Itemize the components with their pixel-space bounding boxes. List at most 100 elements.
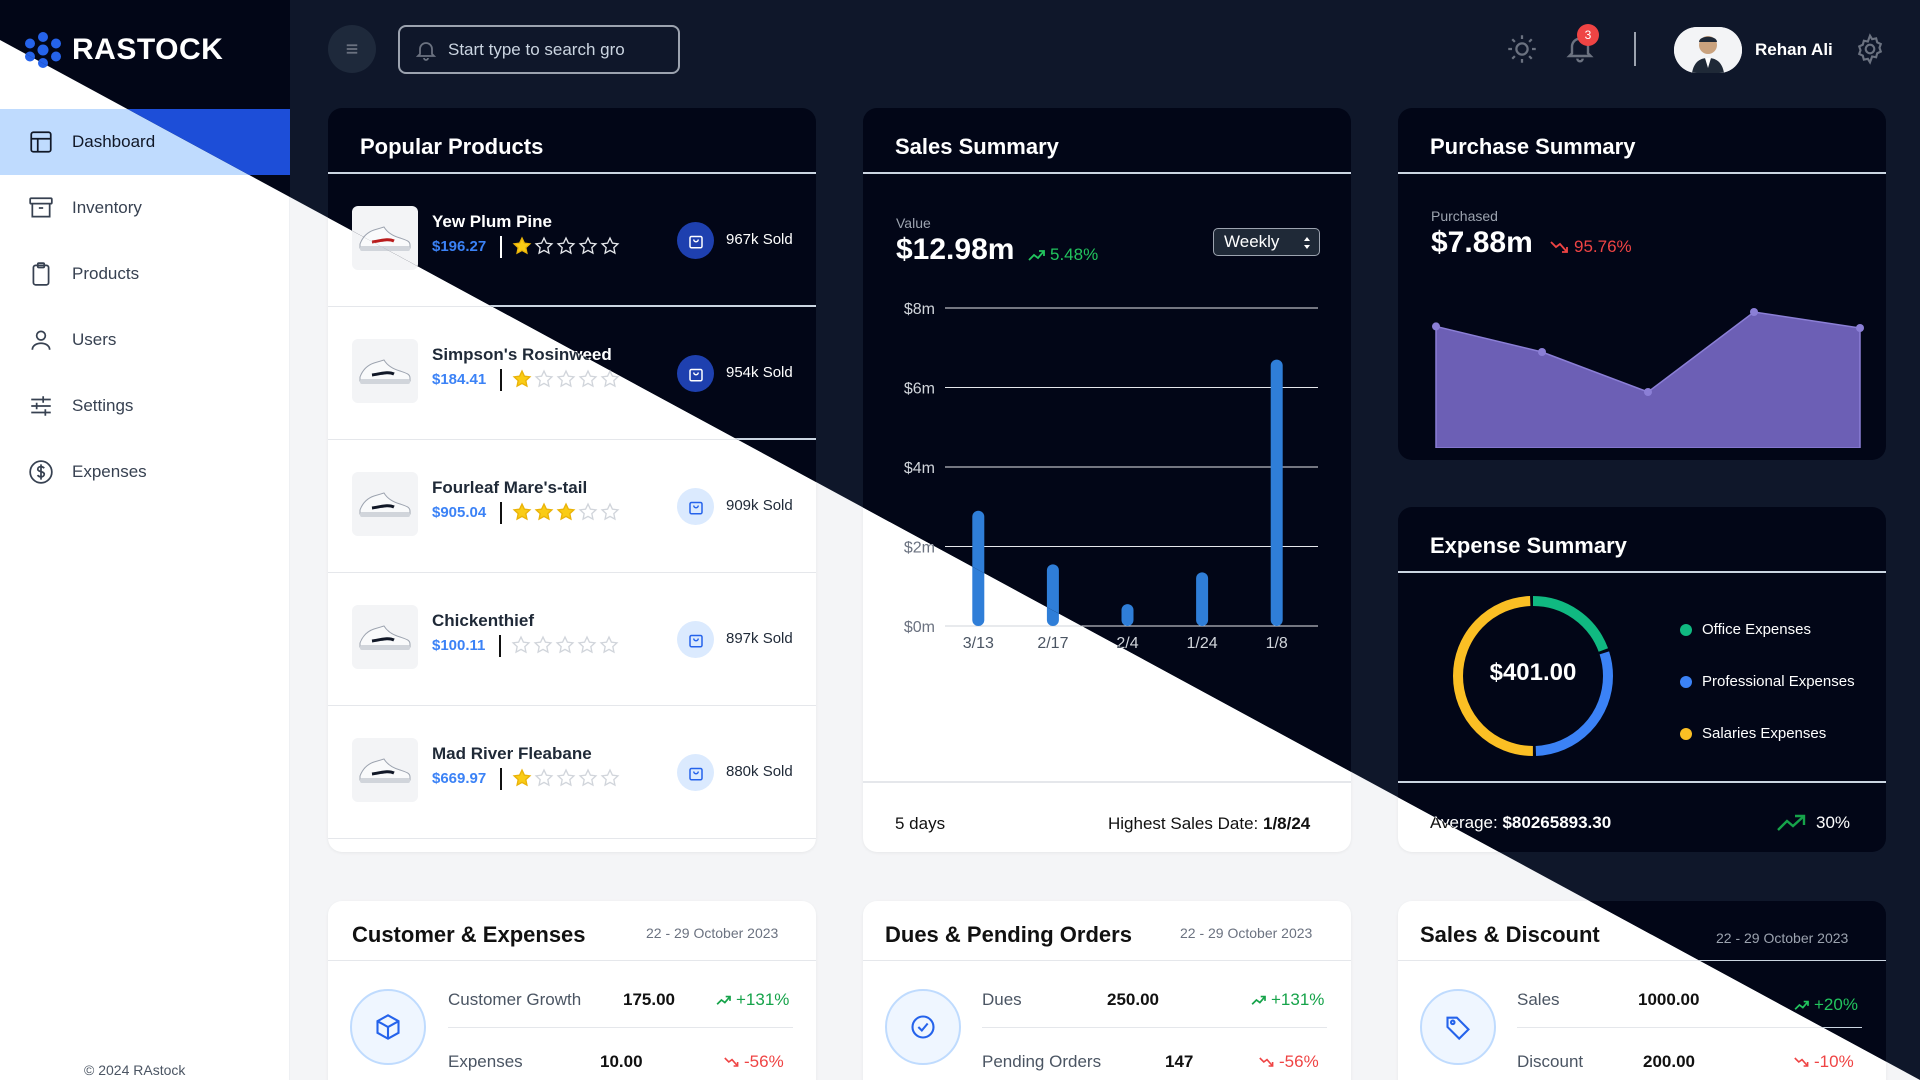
product-rating: [512, 502, 620, 524]
menu-toggle-button[interactable]: [328, 25, 376, 73]
search-box: [398, 25, 680, 74]
row-value: 1000.00: [1638, 990, 1700, 1009]
avatar[interactable]: [1674, 27, 1742, 73]
product-row[interactable]: Mad River Fleabane $669.97 880k Sold: [328, 706, 816, 839]
logo[interactable]: RASTOCK: [24, 28, 223, 72]
sidebar-item-label: Expenses: [72, 462, 147, 481]
sales-change-value: 5.48%: [1050, 245, 1099, 264]
trending-up-icon: [1251, 995, 1266, 1005]
x-tick-label: 1/8: [1266, 635, 1288, 652]
expense-summary-card: Expense Summary $401.00 Office Expenses …: [1398, 507, 1886, 852]
shopping-bag-icon: [688, 767, 703, 780]
tag-icon-wrap: [1420, 989, 1496, 1065]
product-rating: [512, 236, 620, 258]
star-empty-icon: [556, 236, 576, 255]
date-range: 22 - 29 October 2023: [1716, 930, 1849, 946]
sidebar-item-label: Products: [72, 264, 140, 283]
divider: [1398, 781, 1886, 783]
trending-up-icon: [716, 995, 731, 1005]
sneaker-sole: [360, 645, 410, 650]
purchase-change-value: 95.76%: [1574, 237, 1632, 256]
product-row[interactable]: Fourleaf Mare's-tail $905.04 909k Sold: [328, 440, 816, 573]
area-point: [1432, 322, 1440, 331]
sidebar-item-inventory[interactable]: Inventory: [0, 175, 290, 241]
user-icon: [31, 330, 51, 350]
notification-badge: 3: [1577, 24, 1599, 46]
row-change-up: +131%: [1251, 990, 1324, 1010]
star-filled-icon: [512, 236, 532, 255]
star-shape: [578, 768, 598, 787]
sidebar-item-products[interactable]: Products: [0, 241, 290, 307]
period-select[interactable]: Weekly: [1213, 228, 1320, 256]
star-empty-icon: [600, 768, 620, 787]
bar: [1121, 604, 1134, 626]
date-range: 22 - 29 October 2023: [1180, 925, 1313, 941]
value-label: Value: [896, 215, 931, 231]
legend-dot-professional: [1680, 676, 1692, 688]
brand-name: RASTOCK: [72, 33, 224, 66]
archive-icon: [29, 197, 53, 218]
product-row[interactable]: Chickenthief $100.11 897k Sold: [328, 573, 816, 706]
trending-up-icon: [1028, 250, 1045, 261]
star-shape: [555, 635, 575, 654]
product-price: $100.11: [432, 637, 486, 654]
legend-professional: Professional Expenses: [1702, 673, 1855, 690]
trending-up-icon: [1777, 814, 1806, 831]
sidebar-item-users[interactable]: Users: [0, 307, 290, 373]
row-value: 147: [1165, 1052, 1194, 1071]
theme-toggle-sun-icon[interactable]: [1507, 34, 1537, 64]
row-change-down: -56%: [1259, 1052, 1319, 1072]
sneaker-sole: [360, 778, 410, 783]
trending-up-icon: [1794, 1000, 1809, 1010]
trending-down-icon: [724, 1057, 739, 1067]
copyright: © 2024 RAstock: [84, 1062, 186, 1078]
trend-value: 30%: [1816, 813, 1851, 832]
change-value: +20%: [1814, 995, 1858, 1014]
star-shape: [512, 768, 532, 787]
shopping-bag-icon: [688, 501, 703, 514]
sneaker-upper: [359, 625, 411, 648]
star-empty-icon: [600, 236, 620, 255]
star-empty-icon: [556, 768, 576, 787]
purchase-summary-card: Purchase Summary Purchased $7.88m 95.76%: [1398, 108, 1886, 460]
customer-expenses-card: Customer & Expenses 22 - 29 October 2023…: [328, 901, 816, 1080]
star-empty-icon: [511, 635, 531, 654]
star-shape: [556, 768, 576, 787]
y-tick-label: $6m: [904, 381, 935, 398]
product-price: $905.04: [432, 504, 487, 521]
gear-icon[interactable]: [1854, 33, 1886, 65]
change-value: +131%: [736, 990, 790, 1009]
product-rating: [512, 369, 620, 391]
star-empty-icon: [533, 635, 553, 654]
row-label: Sales: [1517, 990, 1560, 1009]
shopping-bag-icon-wrap: [677, 488, 714, 525]
select-arrows-icon: [1304, 237, 1310, 249]
sidebar-item-settings[interactable]: Settings: [0, 373, 290, 439]
y-tick-label: $8m: [904, 301, 935, 318]
bag-handle: [692, 238, 699, 242]
row-value: 175.00: [623, 990, 675, 1009]
product-name: Mad River Fleabane: [432, 744, 592, 763]
card-title: Sales & Discount: [1420, 922, 1600, 947]
y-tick-label: $0m: [904, 619, 935, 636]
purchase-value: $7.88m: [1431, 226, 1533, 259]
star-filled-icon: [534, 502, 554, 521]
row-label: Discount: [1517, 1052, 1584, 1071]
product-sold: 897k Sold: [726, 630, 793, 647]
days-count: 5 days: [895, 814, 946, 833]
user-name[interactable]: Rehan Ali: [1755, 40, 1833, 60]
row-label: Pending Orders: [982, 1052, 1102, 1071]
row-value: 200.00: [1643, 1052, 1695, 1071]
search-input[interactable]: [448, 39, 638, 60]
sidebar-item-expenses[interactable]: Expenses: [0, 439, 290, 505]
bell-icon: [415, 41, 437, 61]
sneaker-image: [359, 492, 411, 517]
change-value: -56%: [744, 1052, 784, 1071]
change-value: -10%: [1814, 1052, 1854, 1071]
star-filled-icon: [512, 369, 532, 388]
divider: [1398, 571, 1886, 573]
product-sold: 880k Sold: [726, 763, 793, 780]
header-divider: [1634, 32, 1636, 66]
star-shape: [534, 502, 554, 521]
bag-handle: [692, 371, 699, 375]
